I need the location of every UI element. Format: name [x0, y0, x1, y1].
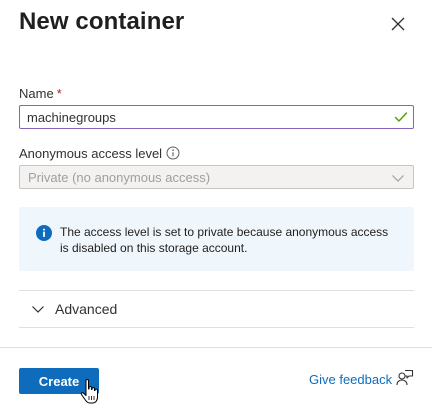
name-input-wrapper [19, 105, 414, 129]
new-container-panel: New container Name* Anonymous access lev… [0, 0, 432, 419]
checkmark-icon [394, 112, 408, 122]
chevron-down-icon [392, 175, 404, 182]
name-input[interactable] [20, 106, 413, 128]
close-icon [391, 17, 405, 31]
info-message-box: The access level is set to private becau… [19, 207, 414, 271]
info-filled-icon [36, 225, 52, 241]
access-level-label: Anonymous access level [19, 146, 163, 161]
access-level-selected-value: Private (no anonymous access) [28, 170, 211, 185]
chevron-down-icon [32, 306, 44, 313]
info-icon[interactable] [166, 146, 180, 160]
info-message-text: The access level is set to private becau… [60, 225, 389, 255]
advanced-expander[interactable]: Advanced [19, 292, 414, 326]
give-feedback-label: Give feedback [309, 372, 393, 387]
give-feedback-link[interactable]: Give feedback [309, 369, 414, 387]
name-label: Name * [19, 86, 62, 101]
footer-divider [0, 347, 432, 348]
advanced-label: Advanced [55, 301, 118, 317]
panel-title: New container [19, 8, 185, 35]
hand-pointer-cursor-icon [80, 379, 98, 404]
feedback-person-icon [396, 369, 414, 385]
required-marker: * [56, 86, 62, 101]
access-level-select[interactable]: Private (no anonymous access) [19, 165, 414, 189]
close-button[interactable] [386, 12, 410, 36]
divider-bottom [19, 327, 414, 328]
divider-top [19, 290, 414, 291]
